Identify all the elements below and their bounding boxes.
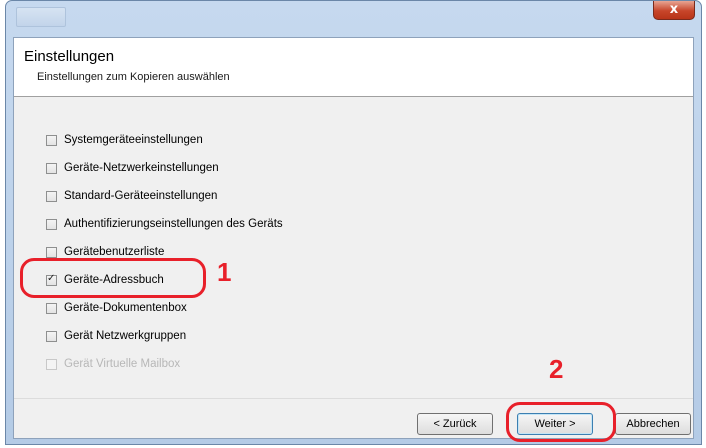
page-title: Einstellungen xyxy=(24,48,115,65)
option-label: Gerät Netzwerkgruppen xyxy=(64,330,187,342)
page-subtitle: Einstellungen zum Kopieren auswählen xyxy=(37,71,230,83)
checkbox[interactable] xyxy=(46,219,57,230)
close-icon[interactable]: x xyxy=(654,1,694,18)
wizard-header: Einstellungen Einstellungen zum Kopieren… xyxy=(14,38,693,97)
checkbox[interactable] xyxy=(46,191,57,202)
option-label: Authentifizierungseinstellungen des Gerä… xyxy=(64,218,283,230)
dialog-client-area: Einstellungen Einstellungen zum Kopieren… xyxy=(13,37,694,439)
button-divider xyxy=(14,398,693,399)
annotation-oval-1 xyxy=(20,258,206,298)
option-label: Geräte-Netzwerkeinstellungen xyxy=(64,162,219,174)
app-title-icon xyxy=(16,7,66,27)
checkbox[interactable] xyxy=(46,163,57,174)
checkbox[interactable] xyxy=(46,303,57,314)
option-label: Gerätebenutzerliste xyxy=(64,246,165,258)
option-label: Standard-Geräteeinstellungen xyxy=(64,190,218,202)
back-button[interactable]: < Zurück xyxy=(417,413,493,435)
option-label: Geräte-Dokumentenbox xyxy=(64,302,187,314)
checkbox[interactable] xyxy=(46,135,57,146)
annotation-oval-2 xyxy=(506,402,616,442)
checkbox[interactable] xyxy=(46,247,57,258)
settings-dialog-window: x Einstellungen Einstellungen zum Kopier… xyxy=(5,0,702,445)
cancel-button[interactable]: Abbrechen xyxy=(615,413,691,435)
annotation-number-2: 2 xyxy=(549,354,564,384)
close-button[interactable]: x xyxy=(653,1,695,20)
option-label: Systemgeräteeinstellungen xyxy=(64,134,203,146)
option-label: Gerät Virtuelle Mailbox xyxy=(64,358,181,370)
annotation-number-1: 1 xyxy=(217,257,232,287)
checkbox-disabled xyxy=(46,359,57,370)
checkbox[interactable] xyxy=(46,331,57,342)
